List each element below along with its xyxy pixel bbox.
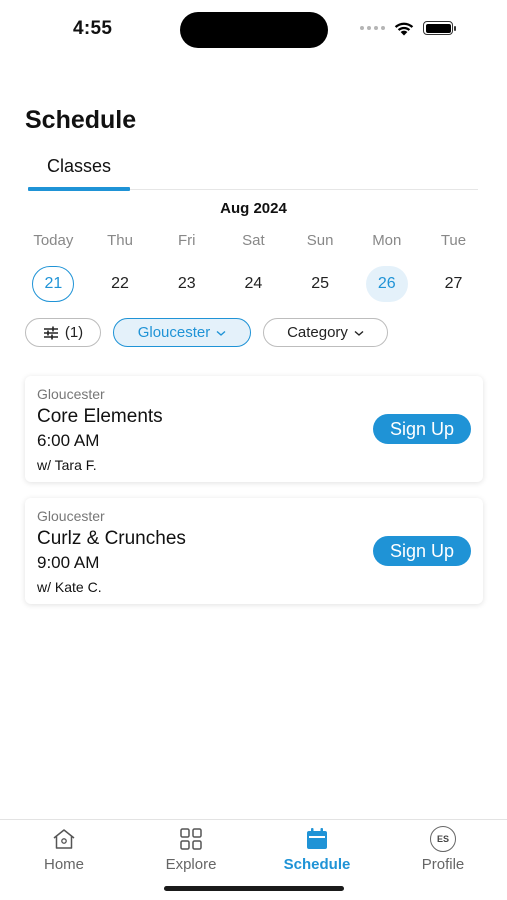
date-row: 21 22 23 24 25 26 27 xyxy=(20,266,487,302)
date-cell: 26 xyxy=(353,266,420,302)
date-cell: 25 xyxy=(287,266,354,302)
date-cell: 27 xyxy=(420,266,487,302)
date-today[interactable]: 21 xyxy=(32,266,75,302)
class-instructor: w/ Kate C. xyxy=(37,579,102,595)
wifi-icon xyxy=(394,22,414,36)
location-label: Gloucester xyxy=(137,324,211,341)
weekday-label: Thu xyxy=(107,232,133,249)
filter-count: (1) xyxy=(64,324,84,341)
nav-profile-label: Profile xyxy=(421,856,465,873)
weekday-label: Today xyxy=(33,232,74,249)
class-location: Gloucester xyxy=(37,508,105,524)
date-button[interactable]: 24 xyxy=(232,266,274,302)
cellular-signal-icon xyxy=(360,26,385,30)
class-card[interactable]: Gloucester Curlz & Crunches 9:00 AM w/ K… xyxy=(25,498,483,604)
tab-classes[interactable]: Classes xyxy=(28,152,130,191)
class-title: Core Elements xyxy=(37,406,163,427)
filter-row: (1) Gloucester Category xyxy=(25,318,388,347)
date-button[interactable]: 23 xyxy=(166,266,208,302)
status-time: 4:55 xyxy=(73,18,113,39)
tab-classes-label: Classes xyxy=(46,156,112,176)
nav-schedule-label: Schedule xyxy=(283,856,351,873)
date-cell: 23 xyxy=(153,266,220,302)
tab-bar: Classes xyxy=(28,152,478,191)
date-selected[interactable]: 26 xyxy=(365,266,408,302)
sliders-icon xyxy=(43,326,58,339)
weekday-label: Sat xyxy=(242,232,265,249)
location-dropdown[interactable]: Gloucester xyxy=(113,318,251,347)
avatar-initials: ES xyxy=(430,826,456,852)
sign-up-button[interactable]: Sign Up xyxy=(373,414,471,444)
category-label: Category xyxy=(287,324,348,341)
grid-icon xyxy=(178,826,204,852)
nav-profile[interactable]: ES Profile xyxy=(393,826,493,873)
class-title: Curlz & Crunches xyxy=(37,528,186,549)
class-card[interactable]: Gloucester Core Elements 6:00 AM w/ Tara… xyxy=(25,376,483,482)
battery-icon xyxy=(423,21,456,35)
dynamic-island xyxy=(180,12,328,48)
date-button[interactable]: 22 xyxy=(99,266,141,302)
month-label: Aug 2024 xyxy=(220,200,287,217)
class-location: Gloucester xyxy=(37,386,105,402)
tab-active-indicator xyxy=(28,187,130,191)
class-instructor: w/ Tara F. xyxy=(37,457,97,473)
date-button[interactable]: 25 xyxy=(299,266,341,302)
nav-home[interactable]: Home xyxy=(14,826,114,873)
date-cell: 21 xyxy=(20,266,87,302)
category-dropdown[interactable]: Category xyxy=(263,318,388,347)
status-bar: 4:55 xyxy=(0,0,507,58)
nav-explore-label: Explore xyxy=(165,856,217,873)
nav-home-label: Home xyxy=(43,856,84,873)
date-cell: 22 xyxy=(87,266,154,302)
nav-explore[interactable]: Explore xyxy=(141,826,241,873)
sign-up-button[interactable]: Sign Up xyxy=(373,536,471,566)
filters-button[interactable]: (1) xyxy=(25,318,101,347)
class-time: 6:00 AM xyxy=(37,431,100,450)
class-time: 9:00 AM xyxy=(37,553,100,572)
home-indicator[interactable] xyxy=(164,886,344,891)
status-indicators xyxy=(360,18,456,38)
page-title: Schedule xyxy=(25,106,137,134)
profile-avatar-icon: ES xyxy=(430,826,456,852)
date-button[interactable]: 27 xyxy=(432,266,474,302)
chevron-down-icon xyxy=(216,330,226,336)
calendar-icon xyxy=(304,826,330,852)
weekday-label: Mon xyxy=(372,232,402,249)
weekday-label: Tue xyxy=(440,232,467,249)
chevron-down-icon xyxy=(354,330,364,336)
weekday-label: Sun xyxy=(306,232,334,249)
nav-schedule[interactable]: Schedule xyxy=(267,826,367,873)
weekday-label: Fri xyxy=(177,232,196,249)
date-cell: 24 xyxy=(220,266,287,302)
home-icon xyxy=(51,826,77,852)
weekday-row: Today Thu Fri Sat Sun Mon Tue xyxy=(20,232,487,249)
schedule-screen: 4:55 Schedule Classes Aug 2024 Today Thu… xyxy=(0,0,507,900)
